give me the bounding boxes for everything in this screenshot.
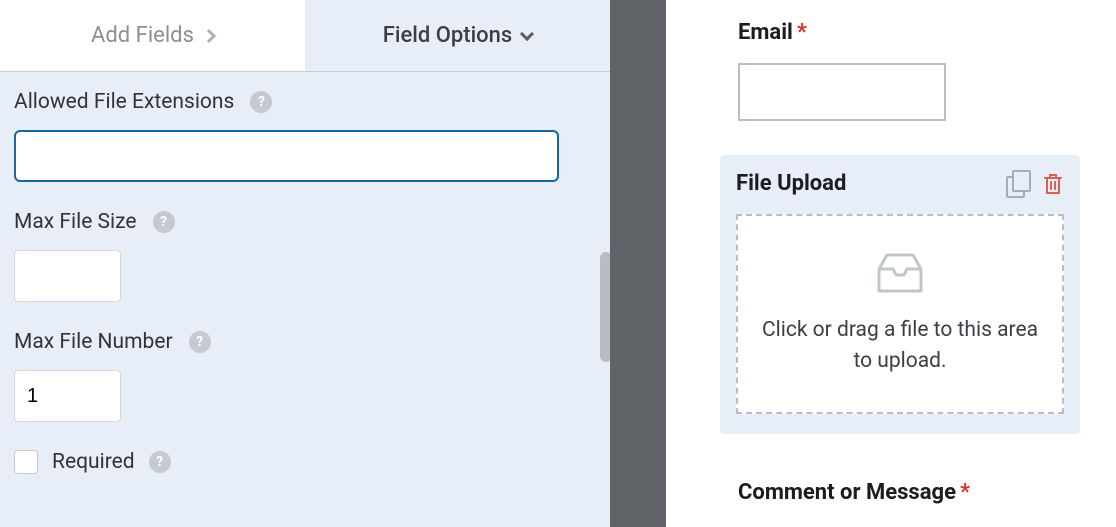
max-file-number-label: Max File Number — [14, 330, 173, 354]
field-options-panel: Add Fields Field Options Allowed File Ex… — [0, 0, 610, 527]
max-file-number-input[interactable] — [14, 370, 121, 422]
tab-add-fields[interactable]: Add Fields — [0, 0, 305, 71]
file-upload-block[interactable]: File Upload Click or drag a file to this… — [720, 155, 1080, 434]
dropzone-text: Click or drag a file to this area to upl… — [738, 315, 1062, 378]
file-upload-actions — [1006, 172, 1064, 196]
required-indicator: * — [797, 20, 807, 45]
email-label-row: Email* — [738, 20, 1076, 45]
chevron-right-icon — [202, 28, 216, 42]
required-row: Required ? — [14, 450, 596, 474]
email-field-block: Email* — [738, 20, 1076, 121]
max-file-size-label: Max File Size — [14, 210, 137, 234]
email-label: Email — [738, 20, 793, 45]
trash-icon[interactable] — [1042, 172, 1064, 196]
allowed-extensions-label: Allowed File Extensions — [14, 90, 234, 114]
comment-label: Comment or Message — [738, 480, 956, 505]
file-upload-title: File Upload — [736, 171, 846, 196]
tab-field-options-label: Field Options — [383, 23, 513, 48]
duplicate-icon[interactable] — [1006, 172, 1030, 196]
help-icon[interactable]: ? — [149, 451, 171, 473]
required-indicator: * — [960, 480, 970, 505]
comment-label-row: Comment or Message* — [738, 480, 1076, 505]
chevron-down-icon — [520, 26, 534, 40]
allowed-extensions-label-row: Allowed File Extensions ? — [14, 90, 596, 114]
allowed-extensions-input[interactable] — [14, 130, 559, 182]
tab-field-options[interactable]: Field Options — [305, 0, 610, 71]
max-file-size-input[interactable] — [14, 250, 121, 302]
inbox-icon — [873, 251, 927, 297]
max-file-number-label-row: Max File Number ? — [14, 330, 596, 354]
required-label: Required — [52, 450, 135, 474]
panel-divider — [610, 0, 666, 527]
required-checkbox[interactable] — [14, 450, 38, 474]
allowed-extensions-group: Allowed File Extensions ? — [14, 90, 596, 182]
email-input[interactable] — [738, 63, 946, 121]
form-preview-panel: Email* File Upload Click or drag a — [666, 0, 1116, 527]
max-file-size-label-row: Max File Size ? — [14, 210, 596, 234]
file-upload-header: File Upload — [736, 171, 1064, 196]
file-dropzone[interactable]: Click or drag a file to this area to upl… — [736, 214, 1064, 414]
help-icon[interactable]: ? — [250, 91, 272, 113]
max-file-number-group: Max File Number ? — [14, 330, 596, 422]
help-icon[interactable]: ? — [189, 331, 211, 353]
panel-content: Allowed File Extensions ? Max File Size … — [0, 72, 610, 474]
tabs: Add Fields Field Options — [0, 0, 610, 72]
tab-add-fields-label: Add Fields — [91, 23, 194, 48]
help-icon[interactable]: ? — [153, 211, 175, 233]
max-file-size-group: Max File Size ? — [14, 210, 596, 302]
